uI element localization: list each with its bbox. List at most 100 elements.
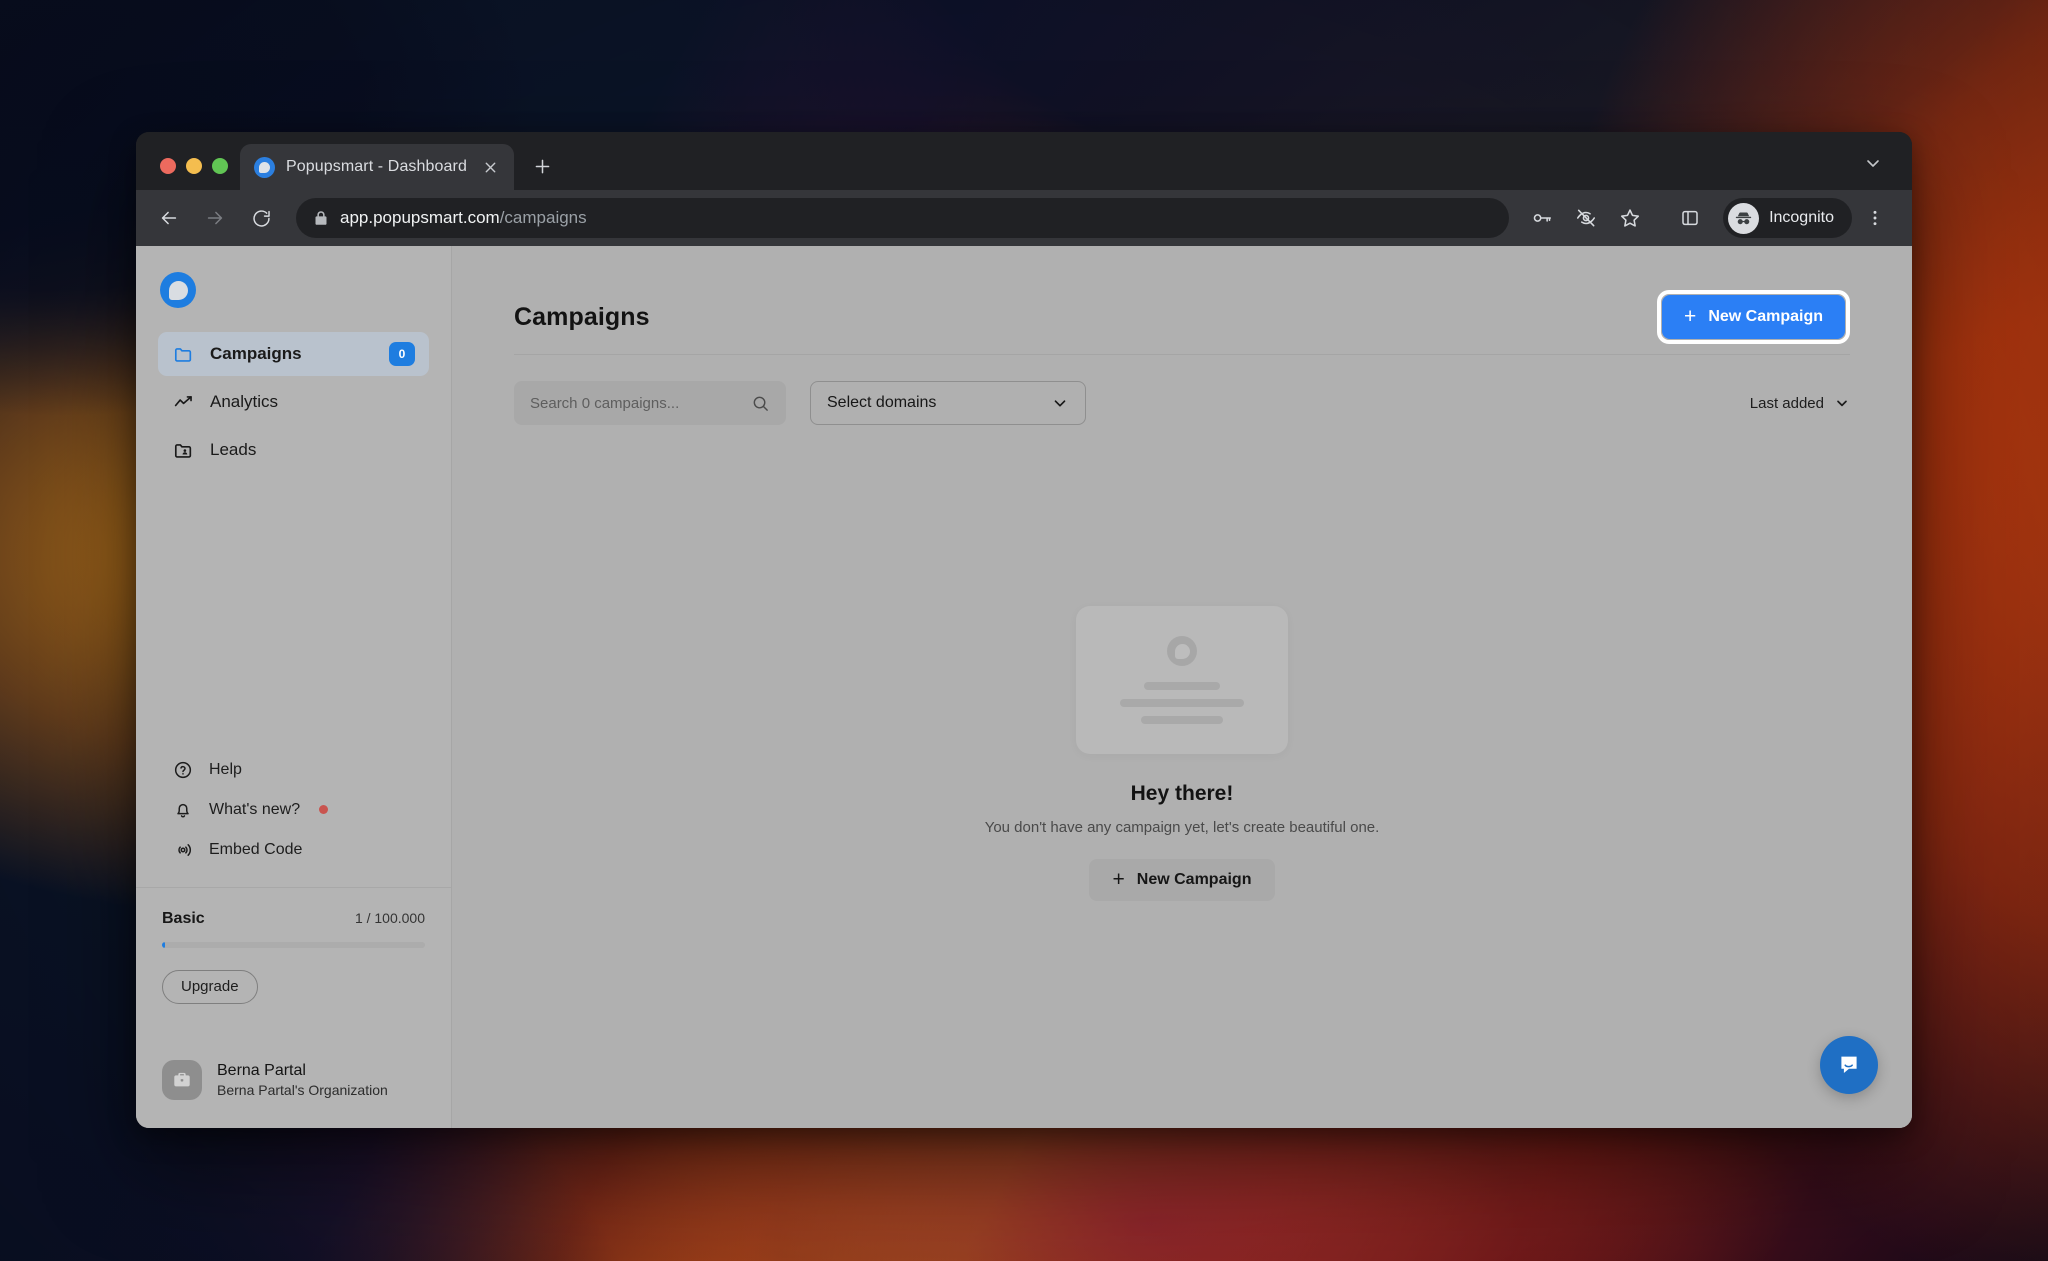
chevron-down-icon[interactable] — [1854, 144, 1892, 182]
new-tab-button[interactable] — [524, 147, 562, 185]
plan-row: Basic 1 / 100.000 — [162, 910, 425, 928]
sidebar-item-campaigns[interactable]: Campaigns 0 — [158, 332, 429, 376]
sidebar-item-analytics[interactable]: Analytics — [158, 380, 429, 424]
key-icon[interactable] — [1521, 197, 1563, 239]
sidebar-nav: Campaigns 0 Analytics Leads — [136, 332, 451, 472]
sort-value: Last added — [1749, 394, 1824, 412]
sidebar-bottom-spacer — [136, 1004, 451, 1038]
sidebar-item-label: Leads — [210, 440, 257, 459]
plan-quota: 1 / 100.000 — [354, 909, 425, 926]
folder-user-icon — [172, 439, 194, 461]
incognito-icon — [1728, 202, 1760, 234]
lock-icon — [314, 210, 328, 226]
reload-icon[interactable] — [240, 197, 282, 239]
sidebar-secondary-nav: Help What's new? Embed Code — [136, 751, 451, 887]
plus-icon: + — [1684, 304, 1697, 328]
profile-label: Incognito — [1769, 209, 1834, 226]
sidebar-item-label: Help — [209, 760, 242, 778]
search-icon[interactable] — [751, 394, 770, 413]
sidebar-item-label: Campaigns — [210, 344, 302, 363]
empty-state-subtitle: You don't have any campaign yet, let's c… — [984, 819, 1380, 836]
three-dots-icon[interactable] — [1854, 197, 1896, 239]
embed-code-icon — [172, 839, 194, 861]
user-identity: Berna Partal Berna Partal's Organization — [217, 1060, 388, 1100]
maximize-window-button[interactable] — [212, 158, 228, 174]
main-content: Campaigns + New Campaign Search 0 campai… — [452, 246, 1912, 1128]
domain-select-value: Select domains — [827, 394, 937, 411]
empty-state-placeholder-card — [1076, 606, 1288, 754]
close-window-button[interactable] — [160, 158, 176, 174]
browser-tab-title: Popupsmart - Dashboard — [286, 158, 467, 175]
toolbar-actions: Incognito — [1521, 197, 1896, 239]
plan-progress-fill — [162, 941, 165, 948]
user-organization: Berna Partal's Organization — [217, 1082, 388, 1099]
sort-control[interactable]: Last added — [1750, 395, 1850, 412]
bell-icon — [172, 799, 194, 821]
star-icon[interactable] — [1609, 197, 1651, 239]
new-campaign-button[interactable]: + New Campaign — [1662, 295, 1845, 339]
filters-row: Select domains Last added — [514, 355, 1850, 425]
browser-toolbar: app.popupsmart.com/campaigns Incognito — [136, 190, 1912, 246]
search-box[interactable] — [514, 381, 786, 425]
user-account-card[interactable]: Berna Partal Berna Partal's Organization — [136, 1038, 451, 1128]
chevron-down-icon — [1834, 395, 1850, 411]
sidebar-item-label: Analytics — [210, 392, 279, 411]
sidebar-item-whats-new[interactable]: What's new? — [158, 791, 429, 829]
browser-window: Popupsmart - Dashboard app.popupsmart.co… — [136, 132, 1912, 1128]
sidebar-item-label: Embed Code — [209, 840, 303, 858]
skeleton-line — [1120, 699, 1244, 707]
popupsmart-logo-icon[interactable] — [160, 272, 196, 308]
profile-chip[interactable]: Incognito — [1723, 198, 1852, 238]
chevron-down-icon — [1051, 394, 1069, 412]
folder-icon — [172, 343, 194, 365]
user-name: Berna Partal — [217, 1061, 306, 1079]
web-page: Campaigns 0 Analytics Leads Help What's … — [136, 246, 1912, 1128]
url-host: app.popupsmart.com — [340, 208, 500, 227]
brand-header — [136, 246, 451, 332]
arrow-left-icon[interactable] — [148, 197, 190, 239]
skeleton-line — [1144, 682, 1220, 690]
sidebar-item-label: What's new? — [209, 800, 301, 818]
desktop-wallpaper: Popupsmart - Dashboard app.popupsmart.co… — [0, 0, 2048, 1261]
address-bar[interactable]: app.popupsmart.com/campaigns — [296, 198, 1510, 238]
popupsmart-logo-icon — [1167, 636, 1197, 666]
address-bar-url: app.popupsmart.com/campaigns — [340, 208, 587, 228]
new-campaign-focus-ring: + New Campaign — [1657, 290, 1850, 344]
plan-summary: Basic 1 / 100.000 Upgrade — [136, 888, 451, 1004]
skeleton-line — [1141, 716, 1223, 724]
sidebar-item-leads[interactable]: Leads — [158, 428, 429, 472]
new-campaign-button-label: New Campaign — [1708, 308, 1823, 325]
campaigns-count-badge: 0 — [389, 342, 415, 366]
sidebar-item-help[interactable]: Help — [158, 751, 429, 789]
main-header: Campaigns + New Campaign — [514, 246, 1850, 344]
plan-progress-bar — [162, 941, 425, 948]
plan-name: Basic — [162, 909, 205, 927]
question-circle-icon — [172, 759, 194, 781]
chat-bubble-icon — [1835, 1051, 1863, 1079]
upgrade-button[interactable]: Upgrade — [162, 969, 258, 1004]
browser-tab-strip: Popupsmart - Dashboard — [136, 132, 1912, 190]
sidebar-item-embed-code[interactable]: Embed Code — [158, 831, 429, 869]
eye-off-icon[interactable] — [1565, 197, 1607, 239]
line-chart-icon — [172, 391, 194, 413]
empty-state-button-label: New Campaign — [1136, 871, 1252, 888]
close-icon[interactable] — [478, 154, 504, 180]
url-path: /campaigns — [499, 208, 587, 227]
domain-select[interactable]: Select domains — [810, 381, 1086, 425]
window-traffic-lights — [152, 158, 240, 190]
empty-state-title: Hey there! — [1130, 782, 1234, 805]
browser-tab[interactable]: Popupsmart - Dashboard — [240, 144, 514, 190]
briefcase-icon — [162, 1059, 202, 1100]
minimize-window-button[interactable] — [186, 158, 202, 174]
intercom-launcher-button[interactable] — [1820, 1036, 1878, 1094]
popupsmart-logo-icon — [254, 156, 275, 178]
search-input[interactable] — [530, 394, 743, 412]
arrow-right-icon[interactable] — [194, 197, 236, 239]
side-panel-icon[interactable] — [1669, 197, 1711, 239]
app-sidebar: Campaigns 0 Analytics Leads Help What's … — [136, 246, 452, 1128]
page-title: Campaigns — [514, 302, 650, 331]
plus-icon: + — [1112, 867, 1125, 891]
notification-dot-icon — [319, 805, 329, 815]
empty-state-new-campaign-button[interactable]: + New Campaign — [1088, 859, 1276, 901]
